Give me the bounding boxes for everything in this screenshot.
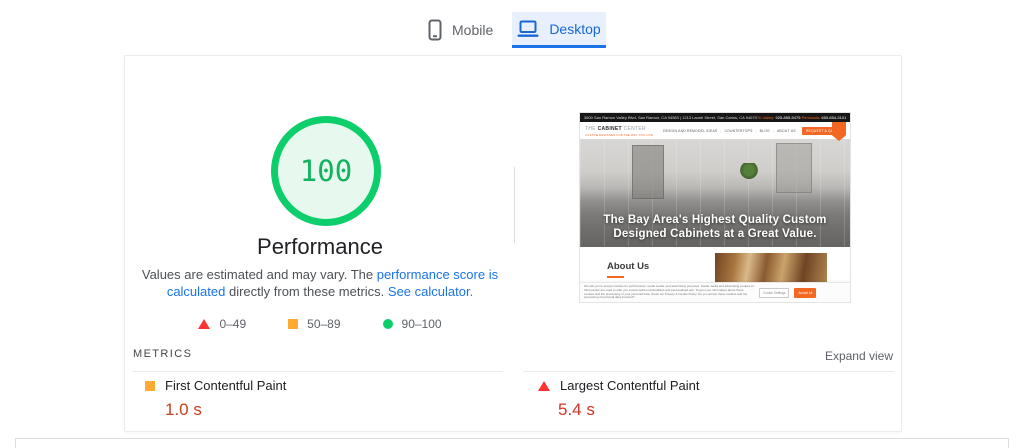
- nav-item: DESIGN AND REMODEL IDEAS: [663, 129, 717, 133]
- score-disclaimer: Values are estimated and may vary. The p…: [139, 266, 501, 300]
- thumb-phones: Tri-Valley: 925-855-5475 Peninsula: 650-…: [757, 115, 846, 120]
- next-section-right-border: [1008, 438, 1009, 448]
- legend-item-fail: 0–49: [198, 317, 246, 331]
- site-screenshot-thumbnail: 3600 San Ramon Valley Blvd, San Ramon, C…: [579, 112, 851, 303]
- nav-separator: |: [773, 129, 774, 133]
- orange-square-icon: [145, 381, 155, 391]
- legend-item-pass: 90–100: [383, 317, 442, 331]
- about-us-underline: [607, 276, 624, 278]
- thumb-phone2-label: Peninsula:: [802, 115, 821, 120]
- red-triangle-icon: [198, 319, 210, 329]
- performance-title: Performance: [125, 234, 515, 260]
- cookie-settings-button: Cookie Settings: [759, 288, 789, 298]
- nav-item: ABOUT US: [777, 129, 796, 133]
- thumb-topbar: 3600 San Ramon Valley Blvd, San Ramon, C…: [580, 113, 850, 122]
- next-section-top-border: [15, 438, 1009, 439]
- legend-fail-label: 0–49: [219, 317, 246, 331]
- expand-view-link[interactable]: Expand view: [825, 349, 893, 363]
- red-triangle-icon: [538, 381, 550, 391]
- tab-desktop[interactable]: Desktop: [512, 12, 606, 48]
- thumb-site-logo: THE CABINET CENTER CUSTOM DESIGNED FOR T…: [585, 123, 653, 138]
- metric-largest-contentful-paint: Largest Contentful Paint 5.4 s: [538, 378, 699, 420]
- hero-mirror-left: [632, 145, 664, 199]
- cookie-consent-text: We ask you to accept cookies for perform…: [584, 285, 754, 300]
- metric-name: First Contentful Paint: [165, 378, 286, 393]
- thumb-phone1-number: 925-855-5475: [776, 115, 801, 120]
- disclaimer-text-2: directly from these metrics.: [225, 284, 388, 299]
- metrics-divider-left: [132, 371, 503, 372]
- thumb-phone2-number: 650-654-3101: [821, 115, 846, 120]
- disclaimer-text-1: Values are estimated and may vary. The: [142, 267, 377, 282]
- tab-desktop-label: Desktop: [549, 21, 600, 37]
- nav-separator: |: [720, 129, 721, 133]
- hero-headline: The Bay Area's Highest Quality Custom De…: [580, 213, 850, 241]
- metrics-divider-right: [523, 371, 894, 372]
- desktop-laptop-icon: [517, 20, 539, 38]
- see-calculator-link[interactable]: See calculator.: [388, 284, 473, 299]
- score-legend: 0–49 50–89 90–100: [125, 317, 515, 331]
- thumb-site-nav: DESIGN AND REMODEL IDEAS| COUNTERTOPS| B…: [663, 127, 845, 135]
- metric-name: Largest Contentful Paint: [560, 378, 699, 393]
- legend-pass-label: 90–100: [402, 317, 442, 331]
- tab-mobile[interactable]: Mobile: [428, 14, 493, 46]
- thumb-addresses: 3600 San Ramon Valley Blvd, San Ramon, C…: [584, 115, 757, 120]
- performance-score-gauge: 100: [271, 116, 381, 226]
- about-us-title: About Us: [607, 261, 649, 272]
- performance-score-value: 100: [300, 154, 352, 188]
- metrics-section-header: METRICS: [133, 348, 192, 360]
- nav-separator: |: [756, 129, 757, 133]
- metric-value: 1.0 s: [165, 400, 286, 420]
- legend-item-average: 50–89: [288, 317, 340, 331]
- next-section-left-border: [15, 438, 16, 448]
- green-circle-icon: [383, 319, 393, 329]
- thumb-phone1-label: Tri-Valley:: [757, 115, 775, 120]
- nav-item: COUNTERTOPS: [724, 129, 752, 133]
- tab-mobile-label: Mobile: [452, 22, 493, 38]
- legend-average-label: 50–89: [307, 317, 340, 331]
- performance-report-card: 100 Performance Values are estimated and…: [124, 55, 902, 432]
- thumb-site-header: THE CABINET CENTER CUSTOM DESIGNED FOR T…: [580, 122, 850, 140]
- column-divider: [514, 167, 515, 243]
- nav-item: BLOG: [760, 129, 770, 133]
- thumb-hero-image: The Bay Area's Highest Quality Custom De…: [580, 139, 850, 247]
- hero-headline-line2: Designed Cabinets at a Great Value.: [580, 227, 850, 241]
- metric-first-contentful-paint: First Contentful Paint 1.0 s: [145, 378, 286, 420]
- orange-square-icon: [288, 319, 298, 329]
- thumb-cookie-banner: We ask you to accept cookies for perform…: [580, 282, 850, 302]
- accept-all-button: Accept All: [794, 288, 816, 298]
- logo-tagline: CUSTOM DESIGNED FOR THE WAY YOU LIVE: [585, 132, 653, 138]
- mobile-phone-icon: [428, 19, 442, 41]
- pagespeed-report-page: Mobile Desktop 100 Performance Values ar…: [0, 0, 1024, 448]
- hero-plant: [740, 163, 758, 179]
- metric-value: 5.4 s: [558, 400, 699, 420]
- hero-mirror-right: [776, 143, 812, 193]
- hero-headline-line1: The Bay Area's Highest Quality Custom: [580, 213, 850, 227]
